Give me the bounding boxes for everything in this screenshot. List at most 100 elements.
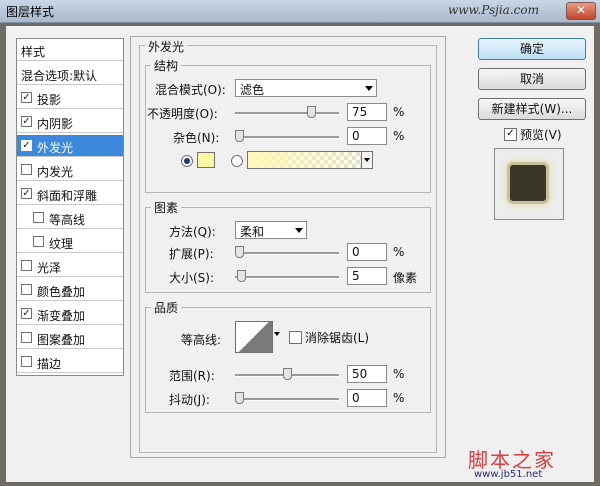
style-list-label: 外发光	[37, 141, 74, 155]
preview-swatch	[510, 165, 546, 201]
method-select[interactable]: 柔和	[235, 221, 307, 239]
antialias-label: 消除锯齿(L)	[305, 331, 370, 345]
style-list-item[interactable]: ✓ 投影	[17, 87, 123, 109]
size-input[interactable]: 5	[347, 267, 387, 285]
style-list-item[interactable]: 纹理	[17, 231, 123, 253]
contour-picker[interactable]	[235, 321, 280, 353]
outer-glow-panel: 外发光 结构 混合模式(O): 滤色 不透明度(O): 75 % 杂色(N): …	[130, 36, 446, 458]
style-list-label: 渐变叠加	[37, 309, 86, 323]
style-list-item[interactable]: 内发光	[17, 159, 123, 181]
antialias-checkbox[interactable]	[289, 331, 302, 344]
style-checkbox[interactable]	[33, 212, 44, 223]
quality-title: 品质	[151, 299, 182, 316]
style-checkbox[interactable]: ✓	[21, 308, 32, 319]
style-list-label: 混合选项:默认	[21, 69, 98, 83]
style-checkbox[interactable]	[21, 332, 32, 343]
method-value: 柔和	[240, 225, 265, 239]
spread-unit: %	[393, 245, 405, 259]
style-list-item[interactable]: ✓ 外发光	[17, 135, 123, 157]
size-label: 大小(S):	[169, 271, 215, 285]
gradient-radio[interactable]	[231, 155, 243, 167]
close-button[interactable]: ✕	[566, 2, 596, 20]
style-list-label: 光泽	[37, 261, 62, 275]
style-checkbox[interactable]: ✓	[21, 92, 32, 103]
ok-button[interactable]: 确定	[478, 38, 586, 60]
style-list-label: 斜面和浮雕	[37, 189, 98, 203]
style-list-label: 投影	[37, 93, 62, 107]
style-list-label: 内阴影	[37, 117, 74, 131]
size-slider[interactable]	[235, 276, 339, 279]
style-list-item[interactable]: 混合选项:默认	[17, 63, 123, 85]
opacity-input[interactable]: 75	[347, 103, 387, 121]
gradient-picker[interactable]	[247, 151, 373, 169]
size-unit: 像素	[393, 271, 418, 285]
jitter-value: 0	[352, 391, 360, 405]
jitter-slider-thumb[interactable]	[235, 392, 244, 404]
new-style-button[interactable]: 新建样式(W)...	[478, 98, 586, 120]
panel-title: 外发光	[145, 38, 188, 55]
chevron-down-icon	[295, 228, 303, 233]
style-list-label: 颜色叠加	[37, 285, 86, 299]
style-list-item[interactable]: ✓ 渐变叠加	[17, 303, 123, 325]
spread-label: 扩展(P):	[169, 247, 214, 261]
style-checkbox[interactable]	[33, 236, 44, 247]
style-list-item[interactable]: 颜色叠加	[17, 279, 123, 301]
jitter-label: 抖动(J):	[169, 393, 210, 407]
size-slider-thumb[interactable]	[236, 270, 246, 282]
style-list-item[interactable]: ✓ 斜面和浮雕	[17, 183, 123, 205]
opacity-value: 75	[352, 105, 368, 119]
opacity-unit: %	[393, 105, 405, 119]
title-bar: 图层样式 www.Psjia.com ✕	[0, 0, 600, 23]
style-list-label: 图案叠加	[37, 333, 86, 347]
style-checkbox[interactable]: ✓	[21, 140, 32, 151]
chevron-down-icon[interactable]	[274, 332, 280, 336]
jitter-unit: %	[393, 391, 405, 405]
blend-mode-select[interactable]: 滤色	[235, 79, 377, 97]
range-slider-thumb[interactable]	[283, 368, 292, 380]
preview-checkbox[interactable]: ✓	[504, 128, 517, 141]
cancel-button[interactable]: 取消	[478, 68, 586, 90]
chevron-down-icon[interactable]	[361, 152, 372, 168]
layer-style-dialog: 样式混合选项:默认 ✓ 投影 ✓ 内阴影 ✓ 外发光内发光 ✓ 斜面和浮雕等高线纹理光泽颜色叠加…	[6, 26, 594, 482]
spread-input[interactable]: 0	[347, 243, 387, 261]
style-list-label: 纹理	[49, 237, 74, 251]
noise-value: 0	[352, 129, 360, 143]
style-checkbox[interactable]	[21, 356, 32, 367]
style-list-item[interactable]: 等高线	[17, 207, 123, 229]
glow-color-swatch[interactable]	[197, 152, 215, 168]
style-list-item[interactable]: 样式	[17, 39, 123, 61]
style-list-label: 描边	[37, 357, 62, 371]
spread-slider-thumb[interactable]	[235, 246, 244, 258]
style-checkbox[interactable]	[21, 164, 32, 175]
range-value: 50	[352, 367, 368, 381]
opacity-slider-thumb[interactable]	[307, 106, 316, 118]
style-list-item[interactable]: 光泽	[17, 255, 123, 277]
noise-label: 杂色(N):	[173, 131, 220, 145]
solid-color-radio[interactable]	[181, 155, 193, 167]
jitter-input[interactable]: 0	[347, 389, 387, 407]
spread-slider[interactable]	[235, 252, 339, 255]
noise-unit: %	[393, 129, 405, 143]
style-checkbox[interactable]: ✓	[21, 116, 32, 127]
style-list-item[interactable]: 图案叠加	[17, 327, 123, 349]
opacity-slider[interactable]	[235, 112, 339, 115]
style-checkbox[interactable]: ✓	[21, 188, 32, 199]
jitter-slider[interactable]	[235, 398, 339, 401]
range-input[interactable]: 50	[347, 365, 387, 383]
style-preview-thumbnail	[494, 148, 564, 220]
blend-mode-label: 混合模式(O):	[155, 83, 226, 97]
blend-mode-value: 滤色	[240, 83, 265, 97]
opacity-label: 不透明度(O):	[147, 107, 218, 121]
style-checkbox[interactable]	[21, 284, 32, 295]
style-list-label: 等高线	[49, 213, 86, 227]
style-list-item[interactable]: ✓ 内阴影	[17, 111, 123, 133]
spread-value: 0	[352, 245, 360, 259]
style-list-item[interactable]: 描边	[17, 351, 123, 373]
style-checkbox[interactable]	[21, 260, 32, 271]
noise-slider-thumb[interactable]	[235, 130, 244, 142]
contour-label: 等高线:	[181, 333, 222, 347]
style-list-label: 内发光	[37, 165, 74, 179]
method-label: 方法(Q):	[169, 225, 216, 239]
noise-slider[interactable]	[235, 136, 339, 139]
noise-input[interactable]: 0	[347, 127, 387, 145]
